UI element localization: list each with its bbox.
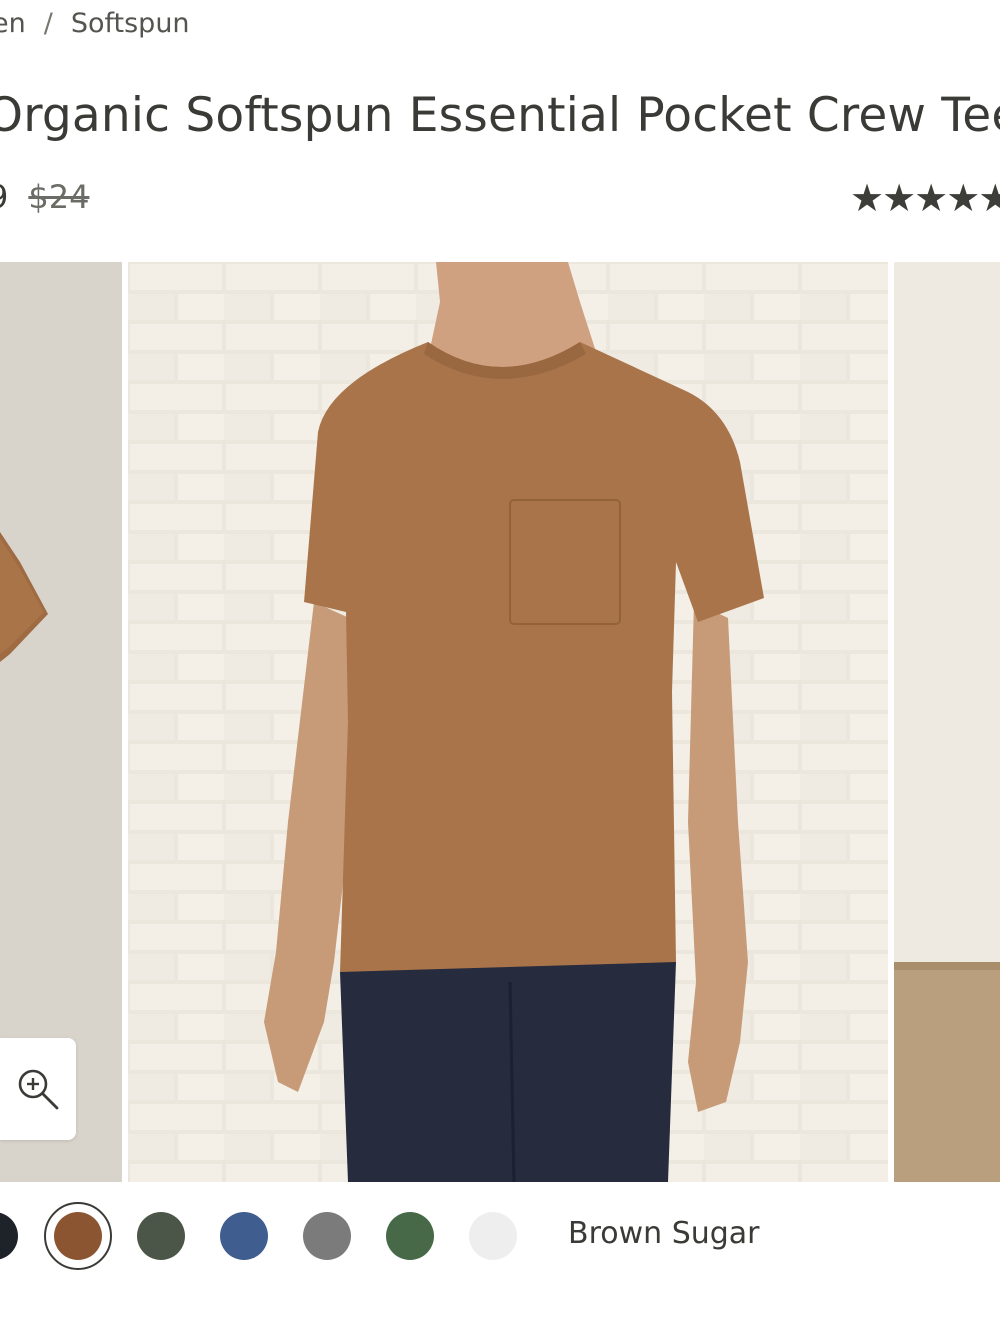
zoom-in-icon [18,1069,59,1110]
color-swatch-row: Brown Sugar [0,1190,1000,1290]
gallery-slide-current[interactable] [128,262,888,1182]
product-gallery[interactable] [0,262,1000,1182]
gallery-slide-next[interactable] [894,262,1000,1182]
rating-stars[interactable]: ★★★★★ [850,176,1000,220]
color-swatch-navy[interactable] [0,1212,18,1260]
color-swatch-white[interactable] [469,1212,517,1260]
color-swatch-dark-green[interactable] [137,1212,185,1260]
breadcrumb: en / Softspun [0,8,190,39]
color-swatch-brown-sugar[interactable] [54,1212,102,1260]
breadcrumb-item-men[interactable]: en [0,8,26,39]
gallery-slide-previous[interactable] [0,262,122,1182]
product-title: Organic Softspun Essential Pocket Crew T… [0,88,1000,143]
price-row: 9 $24 [0,178,89,216]
breadcrumb-separator: / [43,8,53,39]
zoom-button[interactable] [0,1038,76,1140]
selected-color-name: Brown Sugar [568,1216,760,1251]
original-price: $24 [28,178,90,216]
color-swatch-blue[interactable] [220,1212,268,1260]
room-floor-image [894,262,1000,1182]
color-swatch-olive[interactable] [386,1212,434,1260]
breadcrumb-item-softspun[interactable]: Softspun [71,8,190,39]
sale-price: 9 [0,178,8,216]
color-swatch-grey[interactable] [303,1212,351,1260]
product-page: en / Softspun Organic Softspun Essential… [0,0,1000,1333]
model-tee-image [128,262,888,1182]
